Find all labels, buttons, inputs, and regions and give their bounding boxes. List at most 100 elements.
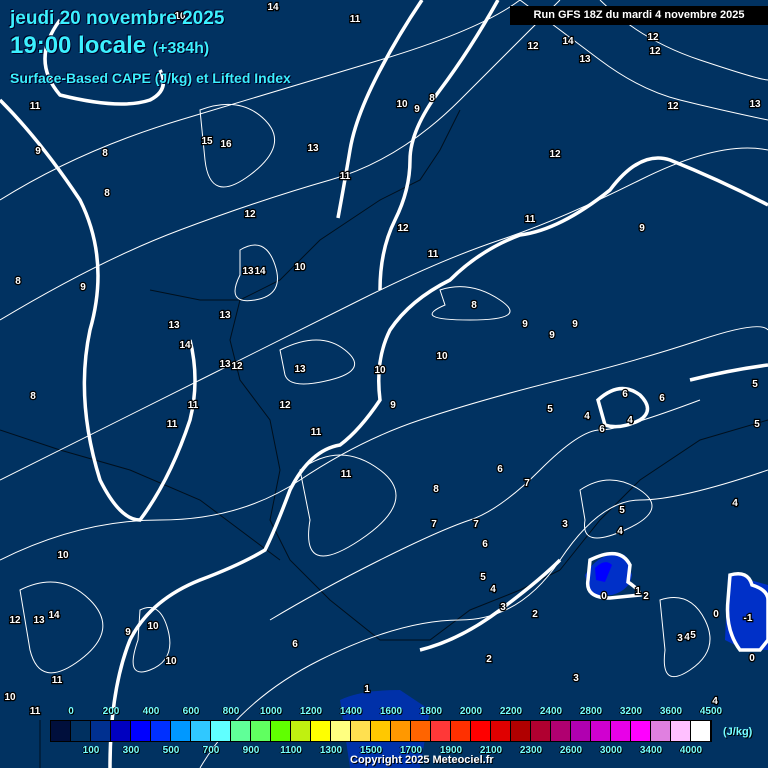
contour-label: 3 [562, 519, 568, 530]
contour-label: 11 [188, 400, 199, 411]
legend-label: 800 [222, 706, 240, 717]
contour-label: 5 [754, 419, 760, 430]
local-time: 19:00 locale [10, 32, 147, 59]
contour-label: 13 [168, 320, 180, 331]
contour-label: 12 [649, 46, 661, 57]
contour-label: 10 [147, 621, 159, 632]
contour-label: 6 [497, 464, 503, 475]
contour-label: 0 [713, 609, 719, 620]
legend-swatch [471, 721, 491, 741]
legend-swatch [391, 721, 411, 741]
legend-swatch [351, 721, 371, 741]
contour-label: 8 [102, 148, 108, 159]
contour-label: 11 [428, 249, 439, 260]
contour-label: 11 [167, 419, 178, 430]
legend-label: 500 [162, 745, 180, 756]
contour-label: 10 [165, 656, 177, 667]
contour-label: 7 [524, 478, 530, 489]
contour-label: 5 [480, 572, 486, 583]
contour-label: 12 [279, 400, 291, 411]
contour-label: 11 [350, 14, 361, 25]
forecast-date: jeudi 20 novembre 2025 [10, 8, 225, 29]
contour-label: 8 [433, 484, 439, 495]
contour-label: 11 [52, 675, 63, 686]
cape-map: 10141112 14 12121311 10 9812 139 815 16 13121181… [0, 0, 768, 768]
legend-swatch [311, 721, 331, 741]
legend-label: 2600 [559, 745, 583, 756]
legend-label: 1300 [319, 745, 343, 756]
contour-label: 13 [307, 143, 319, 154]
legend-swatch [431, 721, 451, 741]
contour-label: 4 [627, 415, 633, 426]
contour-label: 6 [599, 424, 605, 435]
contour-label: 13 [242, 266, 254, 277]
legend-label: 4500 [699, 706, 723, 717]
contour-label: 1 [635, 586, 641, 597]
legend-label: 300 [122, 745, 140, 756]
legend-swatch [691, 721, 711, 741]
zero-li-contours [0, 0, 768, 768]
contour-label: 10 [396, 99, 408, 110]
contour-label: 6 [482, 539, 488, 550]
legend-label: 1400 [339, 706, 363, 717]
contour-label: 6 [659, 393, 665, 404]
legend-swatch [571, 721, 591, 741]
legend-label: 600 [182, 706, 200, 717]
legend-swatch [671, 721, 691, 741]
legend-label: 2200 [499, 706, 523, 717]
contour-label: 10 [374, 365, 386, 376]
legend-label: 2400 [539, 706, 563, 717]
model-run-info: Run GFS 18Z du mardi 4 novembre 2025 [510, 6, 768, 25]
legend-swatch [111, 721, 131, 741]
copyright: Copyright 2025 Meteociel.fr [350, 754, 494, 766]
contour-label: 5 [547, 404, 553, 415]
contour-label: 4 [584, 411, 590, 422]
forecast-time: 19:00 locale (+384h) [10, 32, 209, 60]
contour-label: 12 [647, 32, 659, 43]
contour-label: 4 [617, 526, 623, 537]
contour-label: 3 [500, 602, 506, 613]
contour-label: 2 [486, 654, 492, 665]
legend-swatch [131, 721, 151, 741]
contour-label: 12 [527, 41, 539, 52]
legend-unit: (J/kg) [723, 726, 753, 738]
contour-label: 8 [471, 300, 477, 311]
contour-label: 13 [579, 54, 591, 65]
legend-label: 1800 [419, 706, 443, 717]
legend-swatch [51, 721, 71, 741]
contour-label: 9 [572, 319, 578, 330]
contour-label: 11 [340, 171, 351, 182]
contour-label: 3 [573, 673, 579, 684]
contour-label: 13 [219, 310, 231, 321]
contour-label: 12 [9, 615, 21, 626]
contour-label: 12 [231, 361, 243, 372]
contour-label: 6 [622, 389, 628, 400]
legend-swatch [411, 721, 431, 741]
contour-label: 13 [294, 364, 306, 375]
contour-label: 13 [219, 359, 231, 370]
contour-label: 7 [431, 519, 437, 530]
parameter-title: Surface-Based CAPE (J/kg) et Lifted Inde… [10, 70, 291, 86]
contour-label: 12 [667, 101, 679, 112]
contour-label: 12 [244, 209, 256, 220]
contour-label: 7 [473, 519, 479, 530]
legend-swatch [151, 721, 171, 741]
contour-label: 11 [341, 469, 352, 480]
contour-label: 12 [397, 223, 409, 234]
contour-label: 8 [30, 391, 36, 402]
legend-swatch [231, 721, 251, 741]
legend-swatch [551, 721, 571, 741]
contour-label: 9 [80, 282, 86, 293]
contour-label: 13 [749, 99, 761, 110]
contour-label: 10 [4, 692, 16, 703]
legend-label: 3400 [639, 745, 663, 756]
forecast-offset: (+384h) [152, 40, 210, 57]
coastlines [0, 109, 768, 768]
legend-label: 400 [142, 706, 160, 717]
contour-label: 15 [201, 136, 213, 147]
legend-swatch [291, 721, 311, 741]
legend-swatch [651, 721, 671, 741]
contour-label: 13 [33, 615, 45, 626]
legend-swatch [71, 721, 91, 741]
legend-swatch [511, 721, 531, 741]
